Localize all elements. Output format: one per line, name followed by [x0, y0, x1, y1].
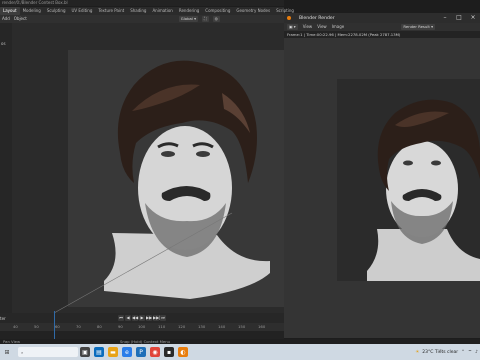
blender-logo-icon: [287, 16, 291, 20]
ruler-tick: 80: [97, 324, 102, 329]
tab-texture-paint[interactable]: Texture Paint: [95, 7, 127, 15]
ruler-tick: 140: [218, 324, 226, 329]
toolbar-strip: [0, 23, 12, 313]
render-info-bar: Frame:1 | Time:00:22.96 | Mem:2278.02M (…: [284, 31, 480, 38]
add-menu[interactable]: Add: [2, 15, 10, 23]
file-explorer-icon[interactable]: ▬: [108, 347, 118, 357]
tab-shading[interactable]: Shading: [127, 7, 149, 15]
weather-icon[interactable]: ☀: [415, 350, 419, 355]
render-slot-dropdown[interactable]: Render Result ▾: [401, 24, 435, 30]
render-result-image: [337, 79, 480, 281]
ruler-tick: 150: [238, 324, 246, 329]
ruler-tick: 70: [76, 324, 81, 329]
ruler-tick: 130: [198, 324, 206, 329]
tab-sculpting[interactable]: Sculpting: [44, 7, 69, 15]
tab-geometry-nodes[interactable]: Geometry Nodes: [233, 7, 273, 15]
render-image-area[interactable]: [284, 38, 480, 338]
play-button[interactable]: ▶: [139, 315, 145, 321]
timeline-label: ter: [0, 316, 6, 321]
edge-icon[interactable]: e: [122, 347, 132, 357]
next-keyframe-button[interactable]: ▶▶: [146, 315, 152, 321]
blender-icon[interactable]: ◐: [178, 347, 188, 357]
taskbar: ⊞ ⌕ ▣ ▤ ▬ e P ◉ ▪ ◐ ☀ 23°C Tiếts clear ⌃…: [0, 344, 480, 360]
view-menu-2[interactable]: View: [317, 23, 327, 31]
tab-layout[interactable]: Layout: [0, 7, 20, 15]
tab-compositing[interactable]: Compositing: [202, 7, 233, 15]
jump-end-keyframe-button[interactable]: ▶▶|: [153, 315, 161, 321]
network-icon[interactable]: ⌔: [468, 349, 472, 355]
tab-modeling[interactable]: Modeling: [20, 7, 44, 15]
ruler-tick: 40: [13, 324, 18, 329]
close-icon[interactable]: ×: [466, 13, 480, 23]
volume-icon[interactable]: ♪: [475, 350, 478, 355]
render-window-menubar: ▣ ▾ View View Image Render Result ▾: [284, 23, 480, 31]
proportional-toggle[interactable]: ◎: [212, 16, 220, 22]
taskbar-search-input[interactable]: ⌕: [18, 347, 78, 357]
main-window-title: render/0:/Blender Contest Box.bl: [0, 0, 284, 6]
head-render-result: [367, 99, 480, 281]
viewport-label: os: [1, 41, 6, 46]
ruler-tick: 100: [138, 324, 146, 329]
chevron-up-icon[interactable]: ⌃: [461, 350, 465, 355]
ruler-tick: 90: [118, 324, 123, 329]
tab-uv-editing[interactable]: UV Editing: [69, 7, 96, 15]
tab-animation[interactable]: Animation: [149, 7, 175, 15]
orientation-dropdown[interactable]: Global ▾: [178, 16, 198, 22]
timeline-body[interactable]: [0, 331, 284, 339]
view-menu[interactable]: View: [303, 23, 313, 31]
image-menu[interactable]: Image: [332, 23, 345, 31]
timeline-ruler[interactable]: 40 50 60 70 80 90 100 110 120 130 140 15…: [0, 323, 284, 331]
ruler-tick: 160: [258, 324, 266, 329]
app-icon[interactable]: ▪: [164, 347, 174, 357]
orientation-value: Global: [180, 16, 193, 21]
chrome-icon[interactable]: ◉: [150, 347, 160, 357]
workspace-tabs: Layout Modeling Sculpting UV Editing Tex…: [0, 7, 294, 15]
start-icon[interactable]: ⊞: [2, 347, 12, 357]
weather-text[interactable]: 23°C Tiếts clear: [422, 350, 458, 355]
render-window-titlebar: Blender Render – □ ×: [284, 13, 480, 23]
tab-rendering[interactable]: Rendering: [176, 7, 202, 15]
play-reverse-button[interactable]: ◀: [125, 315, 131, 321]
viewport-header: Add Object Global ▾ ⛶ ◎: [0, 15, 284, 23]
ruler-tick: 50: [34, 324, 39, 329]
task-view-icon[interactable]: ▣: [80, 347, 90, 357]
head-render-viewport: [53, 60, 270, 313]
render-window-title: Blender Render: [299, 15, 335, 21]
3d-viewport[interactable]: [12, 23, 284, 313]
ruler-tick: 60: [55, 324, 60, 329]
jump-end-button[interactable]: ⏭: [160, 315, 166, 321]
search-icon: ⌕: [21, 349, 24, 355]
ruler-tick: 110: [158, 324, 166, 329]
editor-type-dropdown[interactable]: ▣ ▾: [287, 24, 298, 30]
render-slot-label: Render Result: [403, 24, 430, 29]
prev-keyframe-button[interactable]: ◀◀: [132, 315, 138, 321]
system-tray: ☀ 23°C Tiếts clear ⌃ ⌔ ♪: [415, 344, 478, 360]
maximize-icon[interactable]: □: [452, 13, 466, 23]
playback-controls: ⏮ ◀ ◀◀ ▶ ▶▶ ▶▶| ⏭: [0, 313, 284, 323]
folder-icon[interactable]: ▤: [94, 347, 104, 357]
object-menu[interactable]: Object: [14, 15, 27, 23]
minimize-icon[interactable]: –: [438, 13, 452, 23]
snap-toggle[interactable]: ⛶: [202, 16, 209, 22]
ruler-tick: 120: [178, 324, 186, 329]
photoshop-icon[interactable]: P: [136, 347, 146, 357]
jump-start-button[interactable]: ⏮: [118, 315, 124, 321]
playhead[interactable]: [54, 311, 55, 339]
